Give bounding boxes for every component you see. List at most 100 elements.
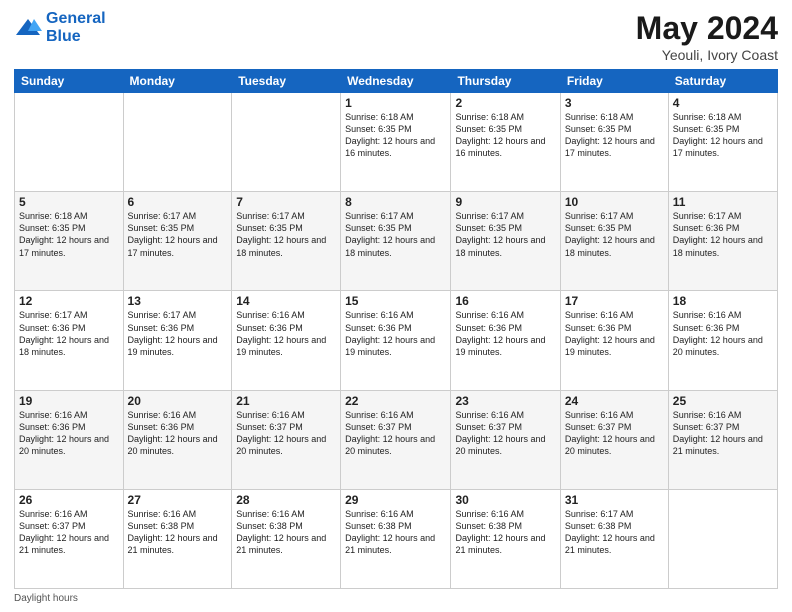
day-info: Sunrise: 6:16 AM Sunset: 6:36 PM Dayligh… [345, 309, 446, 358]
day-number: 24 [565, 394, 664, 408]
calendar-col-header: Monday [123, 70, 232, 93]
footer-note: Daylight hours [14, 593, 778, 604]
calendar-day-cell: 29Sunrise: 6:16 AM Sunset: 6:38 PM Dayli… [341, 489, 451, 588]
logo-text: General Blue [46, 10, 106, 47]
day-info: Sunrise: 6:17 AM Sunset: 6:38 PM Dayligh… [565, 508, 664, 557]
day-number: 7 [236, 195, 336, 209]
day-info: Sunrise: 6:16 AM Sunset: 6:36 PM Dayligh… [673, 309, 773, 358]
day-info: Sunrise: 6:18 AM Sunset: 6:35 PM Dayligh… [19, 210, 119, 259]
day-number: 4 [673, 96, 773, 110]
calendar-day-cell: 22Sunrise: 6:16 AM Sunset: 6:37 PM Dayli… [341, 390, 451, 489]
day-number: 5 [19, 195, 119, 209]
day-info: Sunrise: 6:17 AM Sunset: 6:35 PM Dayligh… [128, 210, 228, 259]
calendar-day-cell [668, 489, 777, 588]
day-number: 15 [345, 294, 446, 308]
day-info: Sunrise: 6:17 AM Sunset: 6:36 PM Dayligh… [128, 309, 228, 358]
calendar-week-row: 1Sunrise: 6:18 AM Sunset: 6:35 PM Daylig… [15, 93, 778, 192]
calendar-day-cell: 10Sunrise: 6:17 AM Sunset: 6:35 PM Dayli… [560, 192, 668, 291]
day-number: 25 [673, 394, 773, 408]
day-info: Sunrise: 6:17 AM Sunset: 6:36 PM Dayligh… [19, 309, 119, 358]
day-info: Sunrise: 6:18 AM Sunset: 6:35 PM Dayligh… [673, 111, 773, 160]
day-info: Sunrise: 6:18 AM Sunset: 6:35 PM Dayligh… [455, 111, 555, 160]
day-info: Sunrise: 6:17 AM Sunset: 6:35 PM Dayligh… [565, 210, 664, 259]
day-number: 6 [128, 195, 228, 209]
location: Yeouli, Ivory Coast [636, 47, 778, 63]
day-info: Sunrise: 6:16 AM Sunset: 6:37 PM Dayligh… [673, 409, 773, 458]
day-number: 23 [455, 394, 555, 408]
calendar-table: SundayMondayTuesdayWednesdayThursdayFrid… [14, 69, 778, 589]
day-number: 12 [19, 294, 119, 308]
calendar-day-cell: 30Sunrise: 6:16 AM Sunset: 6:38 PM Dayli… [451, 489, 560, 588]
logo: General Blue [14, 10, 106, 47]
day-info: Sunrise: 6:18 AM Sunset: 6:35 PM Dayligh… [345, 111, 446, 160]
day-info: Sunrise: 6:16 AM Sunset: 6:36 PM Dayligh… [565, 309, 664, 358]
day-number: 11 [673, 195, 773, 209]
day-number: 3 [565, 96, 664, 110]
calendar-day-cell: 3Sunrise: 6:18 AM Sunset: 6:35 PM Daylig… [560, 93, 668, 192]
day-info: Sunrise: 6:16 AM Sunset: 6:36 PM Dayligh… [236, 309, 336, 358]
calendar-day-cell: 14Sunrise: 6:16 AM Sunset: 6:36 PM Dayli… [232, 291, 341, 390]
calendar-day-cell: 5Sunrise: 6:18 AM Sunset: 6:35 PM Daylig… [15, 192, 124, 291]
day-number: 27 [128, 493, 228, 507]
calendar-day-cell: 6Sunrise: 6:17 AM Sunset: 6:35 PM Daylig… [123, 192, 232, 291]
day-number: 30 [455, 493, 555, 507]
calendar-day-cell: 1Sunrise: 6:18 AM Sunset: 6:35 PM Daylig… [341, 93, 451, 192]
calendar-day-cell: 13Sunrise: 6:17 AM Sunset: 6:36 PM Dayli… [123, 291, 232, 390]
day-info: Sunrise: 6:17 AM Sunset: 6:35 PM Dayligh… [345, 210, 446, 259]
day-info: Sunrise: 6:16 AM Sunset: 6:36 PM Dayligh… [128, 409, 228, 458]
calendar-week-row: 12Sunrise: 6:17 AM Sunset: 6:36 PM Dayli… [15, 291, 778, 390]
header: General Blue May 2024 Yeouli, Ivory Coas… [14, 10, 778, 63]
day-number: 2 [455, 96, 555, 110]
day-info: Sunrise: 6:17 AM Sunset: 6:35 PM Dayligh… [455, 210, 555, 259]
calendar-day-cell: 23Sunrise: 6:16 AM Sunset: 6:37 PM Dayli… [451, 390, 560, 489]
day-number: 26 [19, 493, 119, 507]
day-number: 9 [455, 195, 555, 209]
day-info: Sunrise: 6:16 AM Sunset: 6:37 PM Dayligh… [345, 409, 446, 458]
calendar-col-header: Friday [560, 70, 668, 93]
day-number: 17 [565, 294, 664, 308]
day-number: 21 [236, 394, 336, 408]
day-number: 22 [345, 394, 446, 408]
calendar-col-header: Wednesday [341, 70, 451, 93]
day-number: 20 [128, 394, 228, 408]
calendar-day-cell: 4Sunrise: 6:18 AM Sunset: 6:35 PM Daylig… [668, 93, 777, 192]
day-number: 19 [19, 394, 119, 408]
calendar-day-cell: 21Sunrise: 6:16 AM Sunset: 6:37 PM Dayli… [232, 390, 341, 489]
day-number: 31 [565, 493, 664, 507]
day-number: 1 [345, 96, 446, 110]
day-number: 16 [455, 294, 555, 308]
calendar-day-cell: 17Sunrise: 6:16 AM Sunset: 6:36 PM Dayli… [560, 291, 668, 390]
day-number: 28 [236, 493, 336, 507]
day-info: Sunrise: 6:16 AM Sunset: 6:36 PM Dayligh… [455, 309, 555, 358]
calendar-day-cell: 8Sunrise: 6:17 AM Sunset: 6:35 PM Daylig… [341, 192, 451, 291]
day-info: Sunrise: 6:17 AM Sunset: 6:36 PM Dayligh… [673, 210, 773, 259]
day-number: 29 [345, 493, 446, 507]
day-info: Sunrise: 6:16 AM Sunset: 6:36 PM Dayligh… [19, 409, 119, 458]
calendar-col-header: Sunday [15, 70, 124, 93]
day-info: Sunrise: 6:16 AM Sunset: 6:37 PM Dayligh… [236, 409, 336, 458]
calendar-week-row: 5Sunrise: 6:18 AM Sunset: 6:35 PM Daylig… [15, 192, 778, 291]
calendar-col-header: Thursday [451, 70, 560, 93]
calendar-header-row: SundayMondayTuesdayWednesdayThursdayFrid… [15, 70, 778, 93]
calendar-day-cell: 20Sunrise: 6:16 AM Sunset: 6:36 PM Dayli… [123, 390, 232, 489]
day-number: 10 [565, 195, 664, 209]
day-number: 14 [236, 294, 336, 308]
calendar-day-cell [232, 93, 341, 192]
day-info: Sunrise: 6:16 AM Sunset: 6:38 PM Dayligh… [345, 508, 446, 557]
calendar-col-header: Tuesday [232, 70, 341, 93]
calendar-day-cell: 24Sunrise: 6:16 AM Sunset: 6:37 PM Dayli… [560, 390, 668, 489]
calendar-day-cell: 12Sunrise: 6:17 AM Sunset: 6:36 PM Dayli… [15, 291, 124, 390]
calendar-day-cell [15, 93, 124, 192]
page: General Blue May 2024 Yeouli, Ivory Coas… [0, 0, 792, 612]
calendar-day-cell: 19Sunrise: 6:16 AM Sunset: 6:36 PM Dayli… [15, 390, 124, 489]
calendar-day-cell: 11Sunrise: 6:17 AM Sunset: 6:36 PM Dayli… [668, 192, 777, 291]
calendar-day-cell: 9Sunrise: 6:17 AM Sunset: 6:35 PM Daylig… [451, 192, 560, 291]
logo-icon [14, 17, 42, 39]
calendar-week-row: 26Sunrise: 6:16 AM Sunset: 6:37 PM Dayli… [15, 489, 778, 588]
calendar-day-cell: 27Sunrise: 6:16 AM Sunset: 6:38 PM Dayli… [123, 489, 232, 588]
day-info: Sunrise: 6:16 AM Sunset: 6:37 PM Dayligh… [19, 508, 119, 557]
day-number: 13 [128, 294, 228, 308]
day-info: Sunrise: 6:18 AM Sunset: 6:35 PM Dayligh… [565, 111, 664, 160]
calendar-day-cell [123, 93, 232, 192]
day-info: Sunrise: 6:16 AM Sunset: 6:37 PM Dayligh… [565, 409, 664, 458]
